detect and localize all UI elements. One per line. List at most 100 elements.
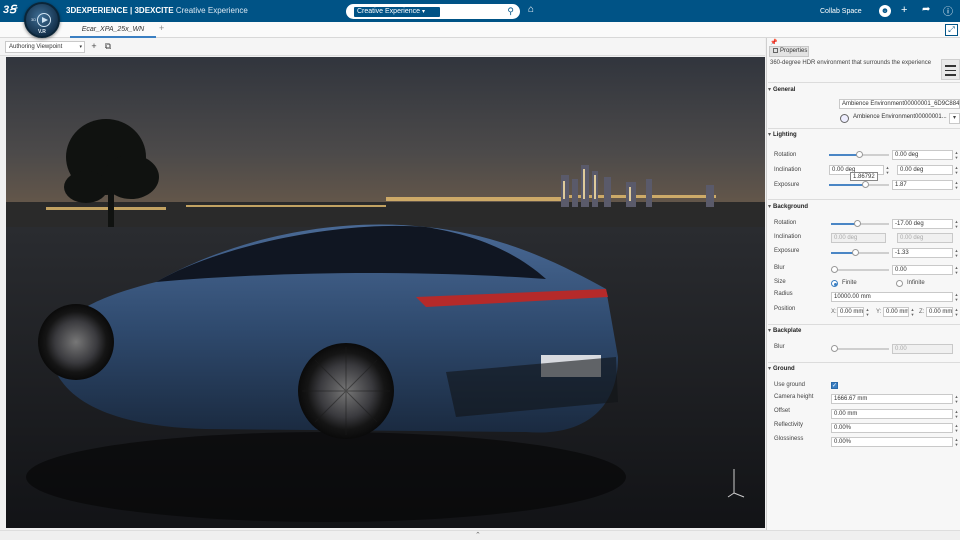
position-x-field[interactable]: 0.00 mm [837,307,864,317]
background-inclination-min-field: 0.00 deg [831,233,886,243]
section-backplate[interactable]: Backplate [768,327,958,334]
background-position-label: Position [774,306,796,312]
help-icon[interactable]: ⓘ [943,3,953,18]
environment-icon [840,114,849,123]
section-general[interactable]: General [768,86,958,93]
camera-height-label: Camera height [774,394,814,400]
compass-quadrant-label: 3D [31,17,37,22]
position-y-label: Y: [876,309,882,315]
viewpoint-select[interactable]: Authoring Viewpoint ▾ [5,41,85,53]
environment-id-field[interactable]: Ambience Environment00000001_6D9C8840 [839,99,960,109]
section-lighting[interactable]: Lighting [768,131,958,138]
tab-ecar[interactable]: Ecar_XPA_25x_WN [70,25,156,38]
size-finite-radio[interactable] [831,280,838,287]
collab-space-label[interactable]: Collab Space [820,8,862,15]
lighting-rotation-field[interactable]: 0.00 deg [892,150,953,160]
chevron-down-icon: ▾ [79,44,82,50]
glossiness-label: Glossiness [774,436,804,442]
background-rotation-label: Rotation [774,220,797,226]
scene-render [6,57,765,528]
share-icon[interactable]: ➦ [922,4,930,15]
section-background[interactable]: Background [768,203,958,210]
reflectivity-field[interactable]: 0.00% [831,423,953,433]
position-x-label: X: [831,309,837,315]
hamburger-menu-icon[interactable] [941,59,960,80]
compass-widget[interactable]: 3D V.R [24,2,60,38]
tab-properties[interactable]: Properties [769,46,809,57]
front-wheel [38,304,114,380]
viewpoint-label: Authoring Viewpoint [9,44,63,50]
background-blur-label: Blur [774,265,785,271]
lighting-inclination-max-field[interactable]: 0.00 deg [897,165,953,175]
lighting-exposure-stepper[interactable]: ▲ ▼ [954,180,959,190]
add-viewpoint-icon[interactable]: + [88,41,100,53]
background-rotation-stepper[interactable]: ▲ ▼ [954,219,959,229]
add-tab-button[interactable]: + [159,23,164,33]
search-scope-select[interactable]: Creative Experience ▾ [354,7,440,17]
lighting-exposure-slider[interactable] [829,180,889,190]
divider [768,128,960,129]
background-blur-stepper[interactable]: ▲ ▼ [954,265,959,275]
lighting-exposure-field[interactable]: 1.87 [892,180,953,190]
rear-wheel-spokes [302,347,390,435]
size-finite-label: Finite [842,280,857,286]
background-blur-slider[interactable] [831,265,889,275]
background-exposure-slider[interactable] [831,248,889,258]
glossiness-field[interactable]: 0.00% [831,437,953,447]
properties-panel: 📌 Properties 360-degree HDR environment … [766,38,960,530]
lighting-rotation-stepper[interactable]: ▲ ▼ [954,150,959,160]
background-exposure-field[interactable]: -1.33 [892,248,953,258]
camera-height-field[interactable]: 1666.67 mm [831,394,953,404]
background-inclination-label: Inclination [774,234,802,240]
tag-icon[interactable]: ⌂ [528,4,534,15]
3d-viewport[interactable] [6,57,765,528]
background-blur-field[interactable]: 0.00 [892,265,953,275]
play-icon[interactable] [37,13,51,27]
backplate-blur-slider[interactable] [831,344,889,354]
position-z-field[interactable]: 0.00 mm [926,307,953,317]
chevron-up-icon[interactable]: ⌃ [475,531,481,539]
use-ground-label: Use ground [774,382,806,388]
size-infinite-label: Infinite [907,280,925,286]
backplate-blur-label: Blur [774,344,785,350]
use-ground-checkbox[interactable]: ✓ [831,382,838,389]
position-y-stepper[interactable]: ▲ ▼ [910,307,915,317]
search-bar[interactable]: Creative Experience ▾ ⚲ [346,4,520,19]
add-icon[interactable]: + [901,4,907,16]
offset-stepper[interactable]: ▲ ▼ [954,409,959,419]
background-rotation-field[interactable]: -17.00 deg [892,219,953,229]
position-z-stepper[interactable]: ▲ ▼ [954,307,959,317]
environment-name: Ambience Environment00000001... [853,114,947,120]
top-bar: 3Ꞩ 3DEXPERIENCE | 3DEXCITE Creative Expe… [0,0,960,22]
backplate-blur-field: 0.00 [892,344,953,354]
chevron-down-icon: ▾ [422,9,426,15]
pin-icon[interactable]: 📌 [770,39,777,46]
lighting-inclination-max-stepper[interactable]: ▲ ▼ [954,165,959,175]
background-rotation-slider[interactable] [831,219,889,229]
size-infinite-radio[interactable] [896,280,903,287]
expand-icon[interactable]: ⤢ [945,24,958,36]
camera-height-stepper[interactable]: ▲ ▼ [954,394,959,404]
background-size-label: Size [774,279,786,285]
background-exposure-stepper[interactable]: ▲ ▼ [954,248,959,258]
background-radius-stepper[interactable]: ▲ ▼ [954,292,959,302]
viewpoint-settings-icon[interactable]: ⧉ [102,41,114,53]
background-inclination-max-field: 0.00 deg [897,233,953,243]
background-radius-field[interactable]: 10000.00 mm [831,292,953,302]
search-icon[interactable]: ⚲ [507,6,514,17]
lighting-inclination-min-stepper[interactable]: ▲ ▼ [885,165,890,175]
user-avatar-icon[interactable]: ☻ [879,5,891,17]
reflectivity-label: Reflectivity [774,422,804,428]
properties-tab-label: Properties [780,48,808,54]
lighting-rotation-slider[interactable] [829,150,889,160]
reflectivity-stepper[interactable]: ▲ ▼ [954,423,959,433]
ds-logo[interactable]: 3Ꞩ [3,3,16,16]
environment-dropdown-button[interactable]: ▾ [949,113,960,124]
glossiness-stepper[interactable]: ▲ ▼ [954,437,959,447]
position-x-stepper[interactable]: ▲ ▼ [865,307,870,317]
search-scope-label: Creative Experience [357,8,421,15]
position-y-field[interactable]: 0.00 mm [883,307,909,317]
compass-version: V.R [38,29,46,35]
offset-field[interactable]: 0.00 mm [831,409,953,419]
section-ground[interactable]: Ground [768,365,958,372]
